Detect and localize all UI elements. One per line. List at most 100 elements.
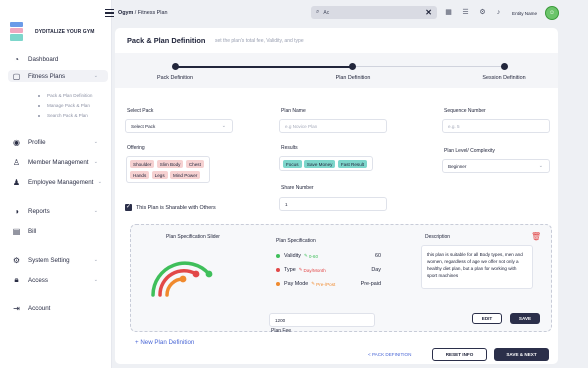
result-chip[interactable]: Focus [283,160,302,168]
step-dot-session[interactable] [501,63,508,70]
spec-row-type: Type ✎ Day/Month Day [276,267,381,273]
sidebar-item-account[interactable]: ⇥ Account [12,302,108,314]
sidebar-item-member-management[interactable]: ♙ Member Management ⌄ [12,156,108,168]
offering-chip[interactable]: Chest [185,160,204,168]
description-title: Description [425,234,451,240]
spec-row-validity: Validity ✎ 0-60 60 [276,253,381,259]
plan-name-field[interactable]: e.g Novice Plan [279,119,387,133]
reset-info-button[interactable]: RESET INFO [432,348,487,361]
chevron-down-icon: ⌄ [538,163,543,169]
sub-item-label: Search Pack & Plan [47,113,88,118]
spec-row-label: Validity [284,253,301,259]
trash-icon[interactable]: 🗑︎ [531,232,541,241]
bullet-icon [38,104,40,107]
shareable-checkbox-row[interactable]: ✓ This Plan is Sharable with Others [125,204,216,211]
offering-chip[interactable]: Hands [130,171,150,179]
back-pack-definition-link[interactable]: < PACK DEFINITION [368,352,411,357]
offering-chip[interactable]: Mind Power [170,171,201,179]
grid-icon[interactable]: ▦ [444,8,453,17]
close-icon[interactable]: ✕ [425,8,432,17]
pencil-icon[interactable]: ✎ [299,267,303,273]
spec-gauge-arcs[interactable] [149,249,219,299]
sidebar-item-reports[interactable]: ◑ Reports ⌄ [12,205,108,217]
breadcrumb-separator: / [134,10,137,16]
level-label: Plan Level/ Complexity [444,148,495,154]
spec-row-paymode: Pay Mode ✎ Pre-/Post Pre-paid [276,281,381,287]
sidebar-item-system-setting[interactable]: ⚙ System Setting ⌄ [12,254,108,266]
menu-icon[interactable] [105,9,114,17]
spec-slider-title: Plan Specification Slider [166,234,220,240]
sidebar-item-bill[interactable]: ▤ Bill [12,225,108,237]
result-chip[interactable]: Save Money [303,160,336,168]
sidebar-sub-search-pack-plan[interactable]: Search Pack & Plan [38,113,88,118]
sidebar-item-dashboard[interactable]: ◔ Dashboard [12,53,108,65]
search-value: Ac [323,9,330,16]
fitness-plans-icon: ▢ [12,71,21,81]
chevron-down-icon: ⌄ [93,139,98,145]
sequence-field[interactable]: e.g. 5 [442,119,550,133]
breadcrumb-root[interactable]: Ogym [118,10,133,16]
share-number-field[interactable]: 1 [279,197,387,211]
offering-chip[interactable]: Shoulder [130,160,155,168]
avatar[interactable]: ☺ [545,6,559,20]
spec-row-label: Pay Mode [284,281,309,287]
page-subtitle: set the plan's total fee, Validity, and … [215,38,304,44]
chevron-down-icon: ⌄ [221,123,226,129]
level-dropdown[interactable]: Beginner ⌄ [442,159,550,173]
pencil-icon[interactable]: ✎ [304,253,308,259]
sidebar-sub-manage-pack-plan[interactable]: Manage Pack & Plan [38,103,90,108]
checkbox-checked-icon[interactable]: ✓ [125,204,132,211]
sidebar-item-access[interactable]: 🔒︎ Access ⌄ [12,274,108,286]
search-input[interactable]: ⌕ Ac ✕ [311,6,437,19]
offering-chips[interactable]: Shoulder Slim Body Chest Hands Legs Mind… [126,156,210,183]
result-chip[interactable]: Fast Result [337,160,368,168]
save-next-button[interactable]: SAVE & NEXT [494,348,549,361]
list-icon[interactable]: ☰ [461,8,470,17]
sub-item-label: Pack & Plan Definition [47,93,93,98]
user-name[interactable]: Entity Name [512,11,537,16]
sidebar-item-fitness-plans[interactable]: ▢ Fitness Plans ⌄ [8,70,108,82]
bullet-icon [38,114,40,117]
save-button[interactable]: SAVE [510,313,540,324]
stepper-line [175,66,352,68]
settings-icon[interactable]: ⚙ [478,8,487,17]
edit-button[interactable]: EDIT [472,313,502,324]
step-dot-plan[interactable] [349,63,356,70]
sidebar-item-label: Bill [28,227,37,235]
sidebar: DYDITALIZE YOUR GYM ◔ Dashboard ▢ Fitnes… [0,0,112,368]
offering-chip[interactable]: Slim Body [156,160,184,168]
breadcrumb-page: Fitness Plan [137,10,168,16]
sequence-placeholder: e.g. 5 [448,123,460,129]
sidebar-item-profile[interactable]: ◉ Profile ⌄ [12,136,108,148]
sidebar-sub-pack-plan-definition[interactable]: Pack & Plan Definition [38,93,92,98]
access-icon: 🔒︎ [14,275,19,284]
results-chips[interactable]: Focus Save Money Fast Result [279,156,373,171]
sidebar-item-label: Profile [28,138,46,146]
plan-fee-label: Plan Fee [271,328,292,334]
step-label-session: Session Definition [482,75,526,81]
new-plan-definition-link[interactable]: + New Plan Definition [135,339,194,346]
breadcrumb: Ogym / Fitness Plan [118,10,167,16]
step-label-pack: Pack Definition [157,75,193,81]
step-dot-pack[interactable] [172,63,179,70]
paymode-knob [179,275,187,283]
validity-bullet-icon [276,254,280,258]
plan-name-placeholder: e.g Novice Plan [285,123,318,129]
description-text[interactable]: this plan is suitable for all Body types… [421,245,533,289]
sidebar-item-employee-management[interactable]: ♟ Employee Management ⌄ [12,176,108,188]
spec-row-sub: Day/Month [303,267,326,273]
select-pack-dropdown[interactable]: Select Pack ⌄ [125,119,233,133]
bell-icon[interactable]: ♪ [494,8,503,17]
chevron-down-icon: ⌄ [93,257,98,263]
sidebar-item-label: Account [28,304,51,312]
member-icon: ♙ [12,157,21,167]
chevron-down-icon: ⌄ [93,159,98,165]
chevron-down-icon: ⌄ [97,179,102,185]
offering-chip[interactable]: Legs [151,171,168,179]
sidebar-item-label: Access [28,276,48,284]
pencil-icon[interactable]: ✎ [311,281,315,287]
sidebar-item-label: Dashboard [28,55,59,63]
chevron-down-icon: ⌄ [93,73,98,79]
plan-fee-field[interactable]: 1200 [269,313,375,327]
brand: DYDITALIZE YOUR GYM [10,22,110,42]
